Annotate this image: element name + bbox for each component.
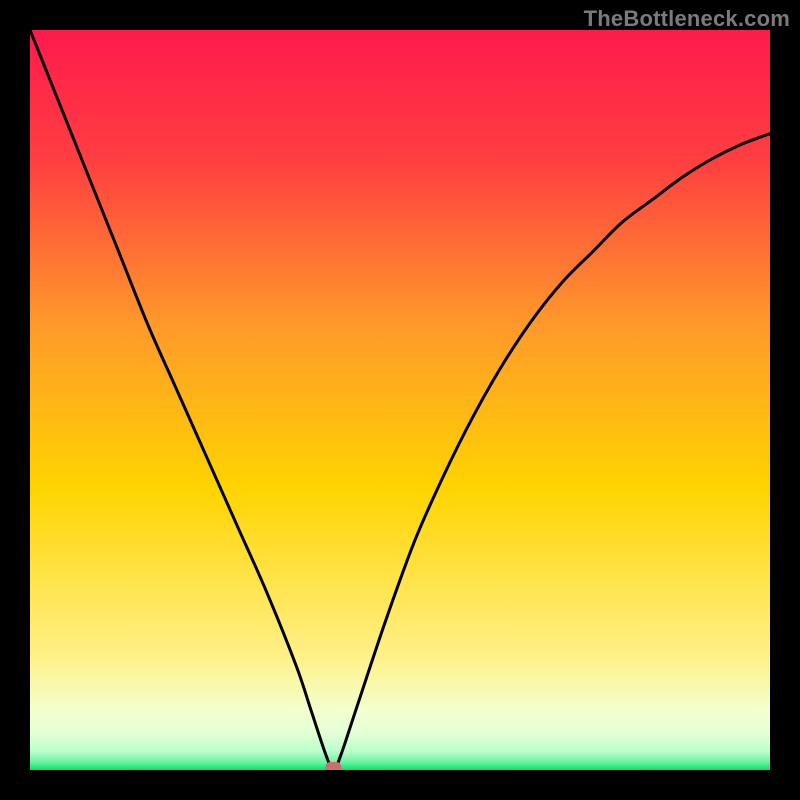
- plot-area: [30, 30, 770, 770]
- gradient-background: [30, 30, 770, 770]
- optimum-marker: [325, 762, 341, 770]
- chart-frame: TheBottleneck.com: [0, 0, 800, 800]
- watermark-text: TheBottleneck.com: [584, 6, 790, 32]
- bottleneck-chart: [30, 30, 770, 770]
